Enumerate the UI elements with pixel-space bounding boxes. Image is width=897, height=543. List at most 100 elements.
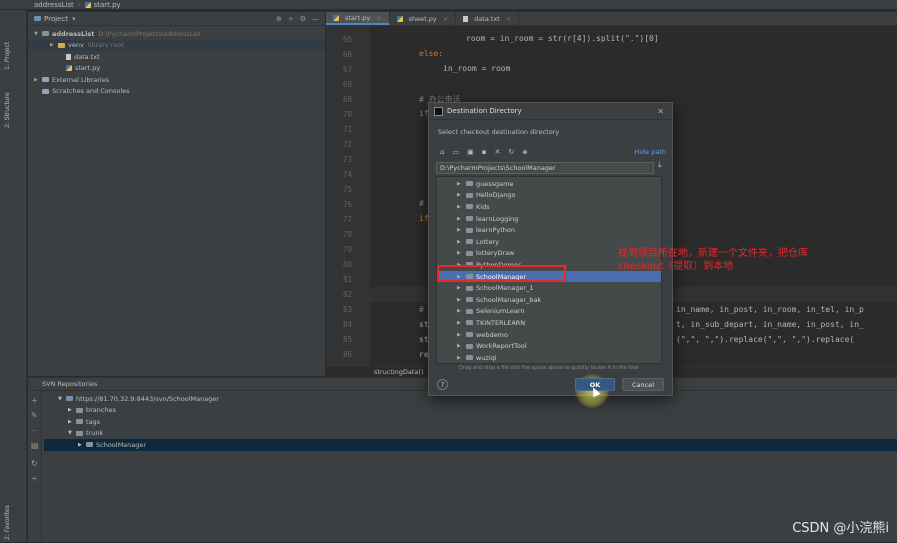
tree-item-external-libraries[interactable]: ▶ External Libraries bbox=[28, 74, 325, 86]
svn-schoolmanager[interactable]: ▶ SchoolManager bbox=[44, 439, 897, 451]
code-line-66[interactable]: else: bbox=[419, 49, 443, 58]
svn-tree: ▼ https://81.70.32.9:8443/svn/SchoolMana… bbox=[44, 393, 897, 451]
breadcrumb-project[interactable]: addressList bbox=[34, 1, 74, 9]
close-icon[interactable]: × bbox=[376, 14, 381, 22]
project-panel: Project ▾ ⊕ ÷ ⚙ — ▼ addressList D:\Pycha… bbox=[28, 12, 325, 376]
chevron-right-icon[interactable]: ▶ bbox=[457, 332, 466, 338]
svn-branches[interactable]: ▶ branches bbox=[44, 405, 897, 417]
code-line-83[interactable]: # bbox=[419, 305, 424, 314]
directory-item[interactable]: ▶learnPython bbox=[437, 224, 662, 236]
directory-item[interactable]: ▶webdemo bbox=[437, 329, 662, 341]
chevron-right-icon[interactable]: ▶ bbox=[457, 216, 466, 222]
tab-data-txt[interactable]: data.txt × bbox=[456, 12, 519, 25]
tab-label: start.py bbox=[345, 14, 370, 22]
hide-path-link[interactable]: Hide path bbox=[634, 148, 672, 156]
tree-item-data-txt[interactable]: data.txt bbox=[28, 51, 325, 63]
chevron-right-icon[interactable]: ▶ bbox=[457, 239, 466, 245]
tree-item-venv[interactable]: ▶ venv library root bbox=[28, 40, 325, 52]
tool-tab-structure[interactable]: 2: Structure bbox=[4, 92, 11, 128]
gear-icon[interactable]: ⚙ bbox=[300, 15, 306, 23]
directory-item[interactable]: ▶TKINTERLEARN bbox=[437, 317, 662, 329]
project-folder-icon[interactable]: ▣ bbox=[467, 148, 474, 156]
code-line-83-tail[interactable]: in_name, in_post, in_room, in_tel, in_p bbox=[676, 305, 864, 314]
chevron-right-icon[interactable]: ▶ bbox=[68, 419, 76, 425]
chevron-right-icon[interactable]: ▶ bbox=[34, 77, 42, 83]
chevron-down-icon[interactable]: ▾ bbox=[72, 15, 76, 23]
directory-item[interactable]: ▶wuziqi bbox=[437, 352, 662, 364]
edit-icon[interactable]: ✎ bbox=[31, 411, 38, 420]
tree-item-label: venv bbox=[68, 41, 84, 49]
code-line-84-tail[interactable]: t, in_sub_depart, in_name, in_post, in_ bbox=[676, 320, 864, 329]
chevron-right-icon[interactable]: ▶ bbox=[78, 442, 86, 448]
directory-item[interactable]: ▶SeleniumLearn bbox=[437, 306, 662, 318]
directory-item[interactable]: ▶WorkReportTool bbox=[437, 340, 662, 352]
annotation-text: 找到项目所在地，新建一个文件夹，把仓库checkout（提取）到本地 bbox=[618, 247, 818, 273]
directory-label: learnLogging bbox=[476, 215, 518, 223]
directory-item[interactable]: ▶ learnLogging bbox=[437, 213, 662, 225]
close-icon[interactable]: ✕ bbox=[657, 107, 672, 116]
svn-tags[interactable]: ▶ tags bbox=[44, 416, 897, 428]
svn-trunk[interactable]: ▼ trunk bbox=[44, 428, 897, 440]
chevron-down-icon[interactable]: ▼ bbox=[34, 31, 42, 37]
show-hidden-icon[interactable]: ◈ bbox=[522, 148, 527, 156]
chevron-right-icon[interactable]: ▶ bbox=[457, 308, 466, 314]
remove-icon[interactable]: − bbox=[31, 426, 38, 435]
breadcrumb-file[interactable]: start.py bbox=[94, 1, 121, 9]
code-line-65[interactable]: room = in_room = str(r[4]).split(".")[0] bbox=[466, 34, 659, 43]
project-view-selector[interactable]: Project bbox=[44, 15, 68, 23]
chevron-right-icon[interactable]: ▶ bbox=[457, 181, 466, 187]
desktop-icon[interactable]: ▭ bbox=[452, 148, 459, 156]
cancel-button[interactable]: Cancel bbox=[622, 378, 664, 391]
directory-item[interactable]: ▶Kids bbox=[437, 201, 662, 213]
breadcrumb-function[interactable]: structingData() bbox=[374, 368, 424, 376]
chevron-right-icon[interactable]: ▶ bbox=[457, 355, 466, 361]
directory-item[interactable]: ▶guessgame bbox=[437, 178, 662, 190]
chevron-down-icon[interactable]: ▼ bbox=[68, 430, 76, 436]
code-line-76[interactable]: # bbox=[419, 199, 424, 208]
tree-item-scratches[interactable]: Scratches and Consoles bbox=[28, 86, 325, 98]
tree-item-addresslist[interactable]: ▼ addressList D:\PycharmProjects\address… bbox=[28, 28, 325, 40]
chevron-right-icon[interactable]: ▶ bbox=[68, 407, 76, 413]
code-line-85-tail[interactable]: (",", ",").replace(",", ",").replace( bbox=[676, 335, 854, 344]
chevron-right-icon[interactable]: ▶ bbox=[457, 227, 466, 233]
tab-start-py[interactable]: start.py × bbox=[326, 12, 390, 25]
tool-tab-project[interactable]: 1: Project bbox=[4, 42, 11, 70]
directory-item[interactable]: ▶Lottery bbox=[437, 236, 662, 248]
line-number: 86 bbox=[332, 350, 352, 359]
chevron-right-icon[interactable]: ▶ bbox=[457, 204, 466, 210]
chevron-right-icon[interactable]: ▶ bbox=[457, 320, 466, 326]
chevron-right-icon[interactable]: ▶ bbox=[457, 250, 466, 256]
folder-icon bbox=[466, 297, 473, 302]
line-number: 71 bbox=[332, 125, 352, 134]
chevron-right-icon[interactable]: ▶ bbox=[457, 285, 466, 291]
new-folder-icon[interactable]: ▪ bbox=[482, 148, 487, 156]
tool-tab-favorites[interactable]: 2: Favorites bbox=[4, 505, 11, 540]
refresh-icon[interactable]: ↻ bbox=[508, 148, 514, 156]
collapse-icon[interactable]: ÷ bbox=[288, 15, 294, 23]
checkout-icon[interactable]: ▤ bbox=[31, 441, 39, 450]
path-input[interactable]: D:\PycharmProjects\SchoolManager bbox=[436, 162, 654, 174]
help-button[interactable]: ? bbox=[437, 379, 448, 390]
locate-icon[interactable]: ⊕ bbox=[276, 15, 282, 23]
chevron-down-icon[interactable]: ▼ bbox=[58, 396, 66, 402]
directory-item[interactable]: ▶SchoolManager_bak bbox=[437, 294, 662, 306]
tab-sheet-py[interactable]: sheet.py × bbox=[390, 12, 457, 25]
refresh-icon[interactable]: ↻ bbox=[31, 459, 38, 468]
directory-item[interactable]: ▶HelloDjango bbox=[437, 190, 662, 202]
tree-item-start-py[interactable]: start.py bbox=[28, 63, 325, 75]
chevron-right-icon[interactable]: ▶ bbox=[457, 192, 466, 198]
chevron-right-icon[interactable]: ▶ bbox=[457, 343, 466, 349]
directory-item[interactable]: ▶SchoolManager_1 bbox=[437, 282, 662, 294]
code-line-67[interactable]: in_room = room bbox=[443, 64, 510, 73]
close-icon[interactable]: × bbox=[506, 15, 511, 23]
add-icon[interactable]: + bbox=[31, 396, 38, 405]
chevron-right-icon[interactable]: ▶ bbox=[50, 42, 58, 48]
close-icon[interactable]: × bbox=[443, 15, 448, 23]
delete-icon[interactable]: ✕ bbox=[494, 148, 500, 156]
download-icon[interactable]: ⤓ bbox=[658, 160, 662, 170]
home-icon[interactable]: ⌂ bbox=[440, 148, 444, 156]
minimize-icon[interactable]: — bbox=[312, 15, 319, 23]
collapse-all-icon[interactable]: ÷ bbox=[31, 474, 38, 483]
line-number: 68 bbox=[332, 80, 352, 89]
chevron-right-icon[interactable]: ▶ bbox=[457, 297, 466, 303]
